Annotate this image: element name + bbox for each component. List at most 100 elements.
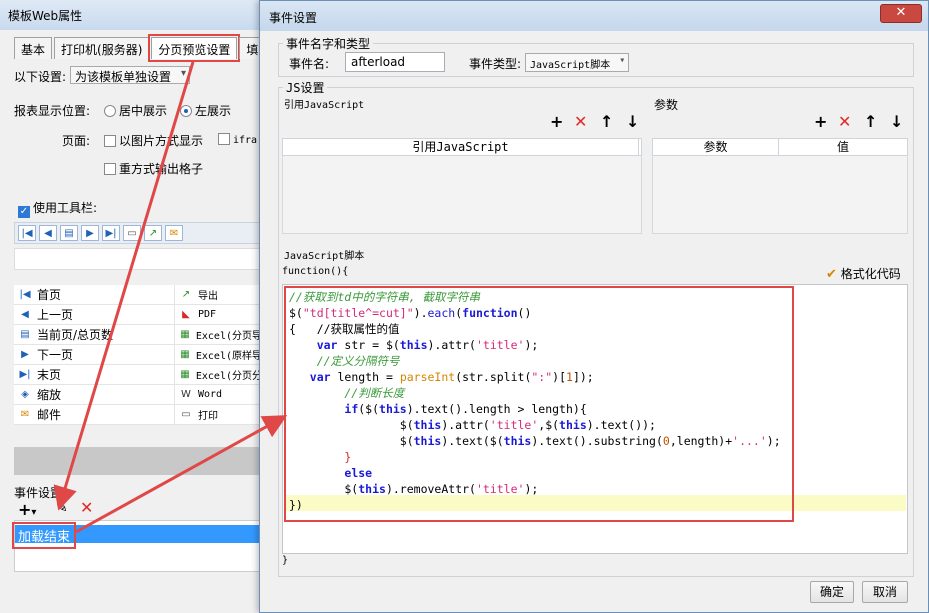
page-count-icon[interactable]: ▤ [60,225,78,241]
position-label: 报表显示位置: [14,104,91,118]
toolbar-item-label: 打印 [198,411,218,422]
event-item-load-finished: 加载结束 [11,522,77,549]
tab-printer-server[interactable]: 打印机(服务器) [54,37,150,59]
function-open: function(){ [282,266,349,277]
chevron-down-icon: ▾ [619,55,626,66]
toolbar-item-cell[interactable]: ▶| 末页 [14,365,174,384]
radio-left[interactable]: 左展示 [180,102,231,119]
next-page-icon[interactable]: ▶ [81,225,99,241]
code-line: $(this).attr('title',$(this).text()); [289,418,656,432]
toolbar-item-cell[interactable]: ▦ Excel(分页分 [174,365,262,384]
delete-param-icon[interactable]: ✕ [838,112,851,131]
dialog-title: 事件设置 [269,11,318,25]
tab-basic[interactable]: 基本 [14,37,53,59]
toolbar-item-cell[interactable]: ▦ Excel(分页导 [174,325,262,344]
tab-page-preview-settings[interactable]: 分页预览设置 [148,34,241,62]
toolbar-item-label: PDF [198,309,217,320]
table-row[interactable]: ◈ 缩放 W Word [14,385,262,405]
event-type-label: 事件类型: [469,57,522,71]
left-window-title: 模板Web属性 [0,0,261,30]
code-block[interactable]: //获取到td中的字符串, 截取字符串 $("td[title^=cut]").e… [284,286,794,522]
repeat-grid-label: 重方式输出格子 [119,162,204,176]
list-item[interactable]: 加载结束 [11,522,263,549]
last-page-icon[interactable]: ▶| [102,225,120,241]
format-code-button[interactable]: ✔ 格式化代码 [826,265,901,282]
add-event-icon[interactable]: +▾ [18,500,36,519]
code-line: $(this).removeAttr('title'); [289,482,539,496]
toolbar-item-label: 首页 [37,288,62,302]
ref-js-table-body[interactable] [282,156,642,234]
radio-left-label: 左展示 [195,104,232,118]
param-table-body[interactable] [652,156,908,234]
excel-icon: ▦ [180,349,190,360]
table-row[interactable]: ✉ 邮件 ▭ 打印 [14,405,262,425]
excel-icon: ▦ [180,369,190,380]
cancel-button[interactable]: 取消 [862,581,908,603]
ok-button[interactable]: 确定 [810,581,854,603]
web-attributes-window: 模板Web属性 基本 打印机(服务器) 分页预览设置 填 以下设置: 为该模板单… [0,0,266,613]
table-row[interactable]: ▤ 当前页/总页数 ▦ Excel(分页导 [14,325,262,345]
param-up-icon[interactable]: ↑ [864,112,877,131]
iframe-label: ifra [233,135,258,146]
param-down-icon[interactable]: ↓ [890,112,903,131]
toolbar-item-cell[interactable]: ▶ 下一页 [14,345,174,364]
print-icon[interactable]: ▭ [123,225,141,241]
toolbar-item-cell[interactable]: ▭ 打印 [174,405,262,424]
delete-event-icon[interactable]: ✕ [80,498,93,517]
table-row[interactable]: ▶| 末页 ▦ Excel(分页分 [14,365,262,385]
iframe-checkbox[interactable]: ifra [218,132,257,146]
radio-center[interactable]: 居中展示 [104,102,167,119]
toolbar-item-label: Excel(分页分 [195,371,262,382]
page-count-icon: ▤ [20,329,30,340]
function-close: } [282,555,289,566]
toolbar-item-cell[interactable]: ◈ 缩放 [14,385,174,404]
repeat-grid-checkbox[interactable]: 重方式输出格子 [104,160,203,177]
add-ref-icon[interactable]: + [550,112,563,131]
radio-selected-icon [180,105,192,117]
toolbar-item-label: Excel(原样导 [195,351,262,362]
grey-separator [14,447,262,475]
add-param-icon[interactable]: + [814,112,827,131]
name-type-group-title: 事件名字和类型 [283,35,374,52]
table-row[interactable]: ◀ 上一页 ◣ PDF [14,305,262,325]
toolbar-item-cell[interactable]: W Word [174,385,262,404]
close-button[interactable]: ✕ [880,4,922,23]
table-row[interactable]: ▶ 下一页 ▦ Excel(原样导 [14,345,262,365]
param-table-header: 参数 值 [652,138,908,156]
event-settings-label: 事件设置: [14,486,67,500]
use-toolbar-checkbox[interactable]: ✓ 使用工具栏: [18,199,97,218]
event-name-label: 事件名: [289,57,330,71]
code-line: var str = $(this).attr('title'); [316,338,539,352]
table-row[interactable]: |◀ 首页 ↗ 导出 [14,285,262,305]
toolbar-item-cell[interactable]: ↗ 导出 [174,285,262,304]
first-page-icon[interactable]: |◀ [18,225,36,241]
export-icon[interactable]: ↗ [144,225,162,241]
toolbar-item-label: 导出 [198,291,218,302]
toolbar-item-cell[interactable]: ◀ 上一页 [14,305,174,324]
move-down-icon[interactable]: ↓ [626,112,639,131]
toolbar-item-cell[interactable]: ✉ 邮件 [14,405,174,424]
code-editor[interactable]: //获取到td中的字符串, 截取字符串 $("td[title^=cut]").e… [282,284,908,554]
event-name-field[interactable]: afterload [345,52,445,72]
mail-icon[interactable]: ✉ [165,225,183,241]
checkbox-icon [104,135,116,147]
code-line: if($(this).text().length > length){ [344,402,587,416]
ref-js-column: 引用JavaScript [283,139,639,155]
toolbar-item-cell[interactable]: ◣ PDF [174,305,262,324]
event-type-select[interactable]: JavaScript脚本 ▾ [525,53,630,72]
move-up-icon[interactable]: ↑ [600,112,613,131]
toolbar-item-cell[interactable]: |◀ 首页 [14,285,174,304]
checkbox-icon [218,133,230,145]
mail-icon: ✉ [20,409,30,420]
js-settings-group-title: JS设置 [283,79,328,96]
prev-page-icon[interactable]: ◀ [39,225,57,241]
code-line: //判断长度 [289,386,405,400]
toolbar-item-cell[interactable]: ▤ 当前页/总页数 [14,325,174,344]
delete-ref-icon[interactable]: ✕ [574,112,587,131]
toolbar-preview: |◀ ◀ ▤ ▶ ▶| ▭ ↗ ✉ [14,222,262,244]
edit-pencil-icon[interactable]: ✎ [56,500,68,516]
setting-scope-select[interactable]: 为该模板单独设置 ▾ [70,66,191,84]
image-mode-checkbox[interactable]: 以图片方式显示 [104,132,203,149]
toolbar-item-cell[interactable]: ▦ Excel(原样导 [174,345,262,364]
excel-icon: ▦ [180,329,190,340]
